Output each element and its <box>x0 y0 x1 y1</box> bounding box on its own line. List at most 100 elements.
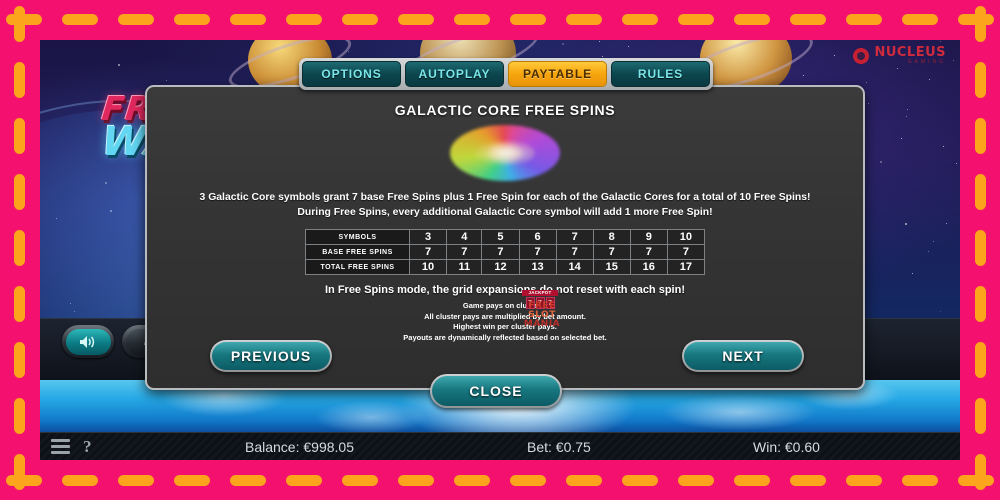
nucleus-mark-icon <box>853 47 870 64</box>
frame-dash <box>14 118 25 154</box>
next-button[interactable]: NEXT <box>682 340 804 372</box>
cell: 9 <box>629 229 668 245</box>
frame-dash <box>14 398 25 434</box>
modal-title: GALACTIC CORE FREE SPINS <box>394 102 616 118</box>
paytable-modal: GALACTIC CORE FREE SPINS 3 Galactic Core… <box>145 85 865 408</box>
table-row: TOTAL FREE SPINS 10 11 12 13 14 15 16 17 <box>305 259 706 275</box>
star <box>953 59 955 61</box>
paytable-tab-bar: OPTIONS AUTOPLAY PAYTABLE RULES <box>299 58 713 90</box>
close-button-label: CLOSE <box>432 376 560 406</box>
frame-dash <box>510 14 546 25</box>
previous-button[interactable]: PREVIOUS <box>210 340 332 372</box>
free-spins-table: SYMBOLS 3 4 5 6 7 8 9 10 BASE FREE SPINS… <box>305 229 706 275</box>
cell: 7 <box>408 244 448 260</box>
modal-note: In Free Spins mode, the grid expansions … <box>324 284 685 296</box>
frame-dash <box>174 475 210 486</box>
status-win: Win: €0.60 <box>753 438 820 455</box>
frame-dash <box>62 14 98 25</box>
modal-description-line-1: 3 Galactic Core symbols grant 7 base Fre… <box>199 192 811 203</box>
frame-dash <box>62 475 98 486</box>
frame-dash <box>342 14 378 25</box>
frame-dash <box>975 62 986 98</box>
cell: 12 <box>481 259 520 275</box>
cell: 7 <box>555 244 594 260</box>
frame-dash <box>678 14 714 25</box>
modal-description-line-2: During Free Spins, every additional Gala… <box>297 207 713 218</box>
tab-paytable[interactable]: PAYTABLE <box>508 61 607 87</box>
frame-dash <box>790 475 826 486</box>
frame-dash <box>678 475 714 486</box>
star <box>912 272 914 274</box>
frame-dash <box>975 454 986 490</box>
star <box>906 108 908 110</box>
cell: 13 <box>518 259 557 275</box>
star <box>897 67 899 69</box>
frame-dash <box>398 14 434 25</box>
status-bar: ? Balance: €998.05 Bet: €0.75 Win: €0.60 <box>40 432 960 460</box>
frame-dash <box>398 475 434 486</box>
star <box>118 63 121 66</box>
frame-dash <box>230 475 266 486</box>
tab-options[interactable]: OPTIONS <box>302 61 401 87</box>
cell: 7 <box>629 244 668 260</box>
free-spins-table-wrap: SYMBOLS 3 4 5 6 7 8 9 10 BASE FREE SPINS… <box>147 229 863 275</box>
cell: 8 <box>592 229 631 245</box>
frame-dash <box>14 286 25 322</box>
cell: 10 <box>666 229 706 245</box>
frame-dash <box>975 6 986 42</box>
star <box>880 161 883 164</box>
cell: 5 <box>481 229 520 245</box>
star <box>562 43 565 46</box>
star <box>927 251 929 253</box>
frame-dash <box>622 14 658 25</box>
frame-dash <box>14 174 25 210</box>
tab-rules[interactable]: RULES <box>611 61 710 87</box>
frame-dash <box>975 174 986 210</box>
star <box>868 102 870 104</box>
star <box>165 79 167 81</box>
table-row: BASE FREE SPINS 7 7 7 7 7 7 7 7 <box>305 244 706 260</box>
star <box>933 240 935 242</box>
fine-print-line-2: All cluster pays are multiplied by bet a… <box>424 311 586 321</box>
galactic-core-symbol <box>147 125 863 181</box>
fine-print-line-3: Highest win per cluster pays. <box>453 322 557 331</box>
frame-dash <box>118 14 154 25</box>
cell: 16 <box>629 259 668 275</box>
star <box>900 138 902 140</box>
star <box>955 163 957 164</box>
close-button[interactable]: CLOSE <box>430 374 562 408</box>
hamburger-menu-icon[interactable] <box>51 439 70 454</box>
star <box>865 82 867 84</box>
cell: 7 <box>555 229 594 245</box>
frame-dash <box>566 475 602 486</box>
frame-dash <box>566 14 602 25</box>
table-row: SYMBOLS 3 4 5 6 7 8 9 10 <box>305 229 706 245</box>
frame-dash <box>174 14 210 25</box>
tab-autoplay[interactable]: AUTOPLAY <box>405 61 504 87</box>
provider-subtitle: GAMING <box>907 59 946 65</box>
provider-logo: NUCLEUS GAMING <box>853 46 946 65</box>
frame-dash <box>14 342 25 378</box>
star <box>943 146 945 147</box>
frame-dash <box>846 475 882 486</box>
galactic-core-icon <box>450 125 560 181</box>
cell: 7 <box>666 244 706 260</box>
frame-dash <box>510 475 546 486</box>
star <box>803 74 805 76</box>
cell: 4 <box>446 229 483 245</box>
frame-dash <box>902 14 938 25</box>
question-mark-icon[interactable]: ? <box>83 437 92 457</box>
star <box>627 45 629 47</box>
sound-toggle-button[interactable] <box>62 325 114 358</box>
frame-dash <box>975 398 986 434</box>
cell: 15 <box>592 259 631 275</box>
row-label-base-free-spins: BASE FREE SPINS <box>305 244 410 260</box>
frame-dash <box>975 118 986 154</box>
frame-dash <box>975 230 986 266</box>
frame-dash <box>230 14 266 25</box>
speaker-icon <box>65 328 111 355</box>
game-screen: FRUITY WATERS NUCLEUS GAMING i €0.00 <box>40 40 960 460</box>
frame-dash <box>118 475 154 486</box>
cell: 14 <box>555 259 594 275</box>
frame-dash <box>975 286 986 322</box>
